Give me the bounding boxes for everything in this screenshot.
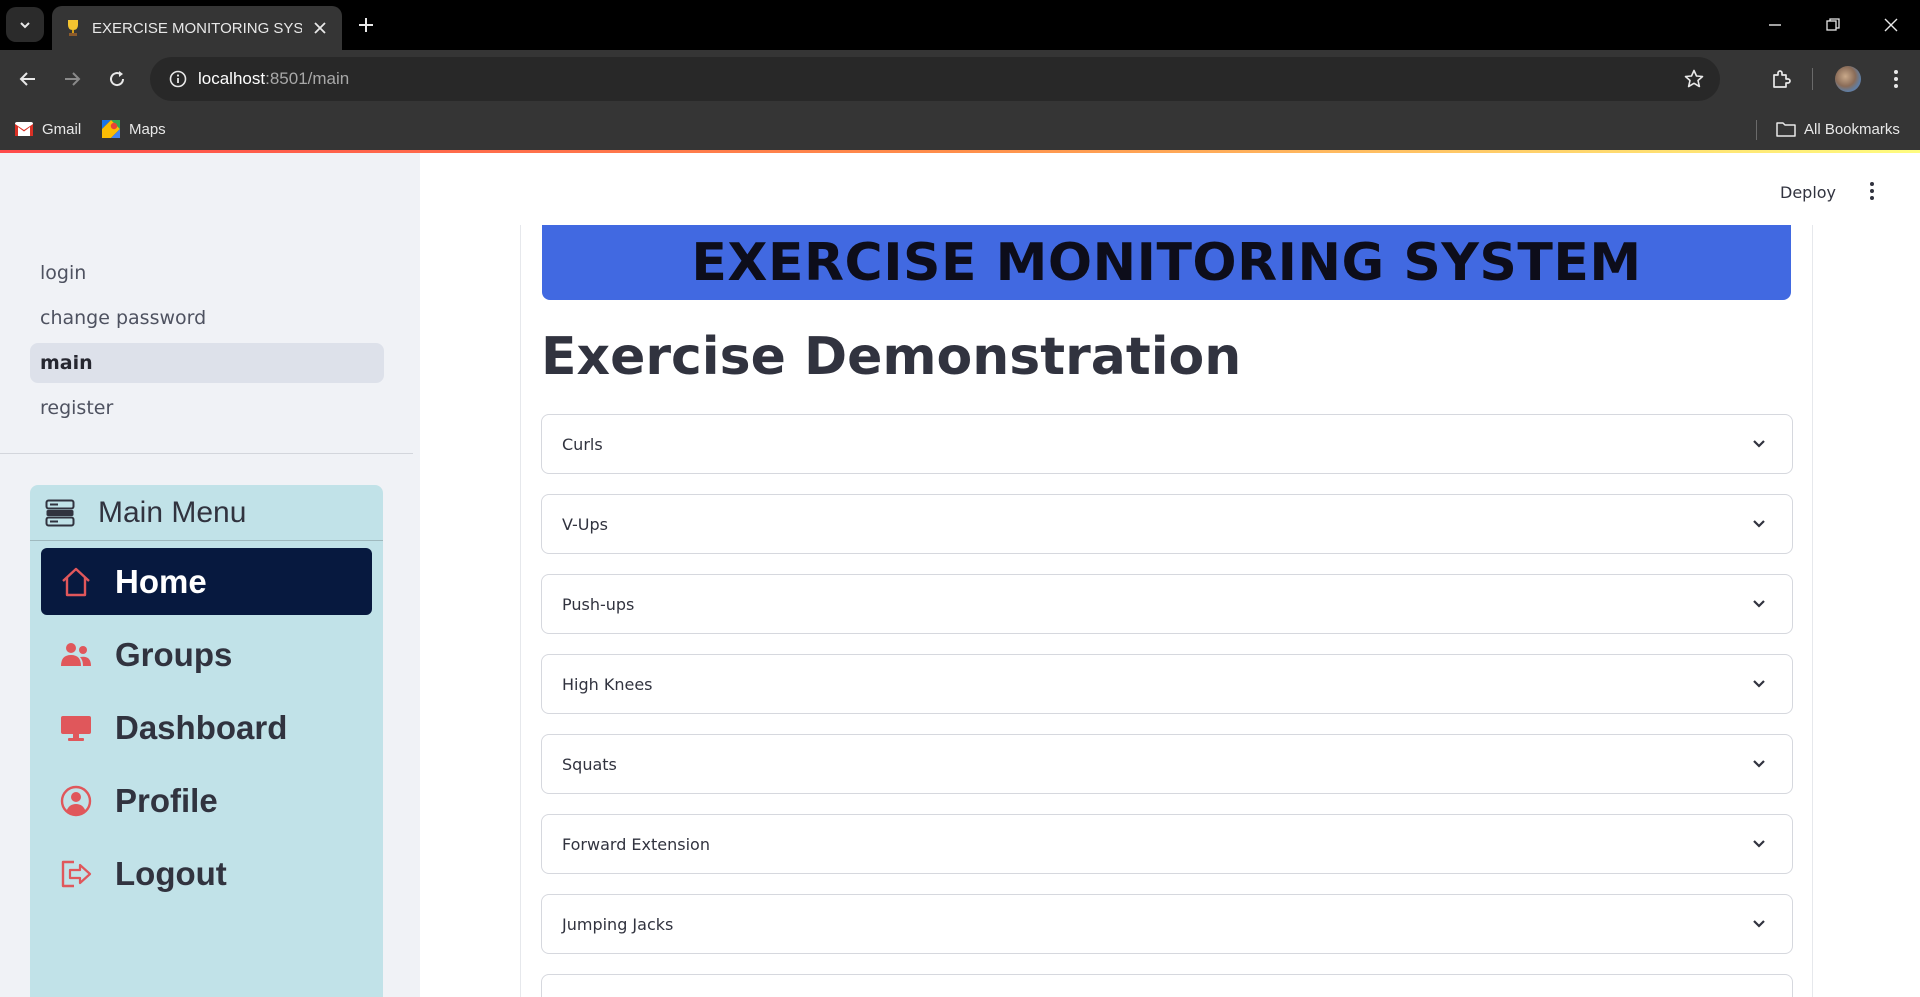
maps-icon [101,120,121,138]
bookmark-maps[interactable]: Maps [101,116,166,142]
folder-icon [1776,121,1796,137]
reload-icon[interactable] [101,63,133,95]
nav-link-main[interactable]: main [30,343,384,383]
chevron-down-icon [1750,755,1768,773]
expander-forward-extension[interactable]: Forward Extension [541,814,1793,874]
menu-item-home[interactable]: Home [41,548,372,615]
nav-link-register[interactable]: register [30,388,384,428]
address-bar[interactable]: localhost:8501/main [150,57,1720,101]
browser-toolbar: localhost:8501/main [0,50,1920,108]
main-menu-title: Main Menu [30,485,383,541]
expander-high-knees[interactable]: High Knees [541,654,1793,714]
extensions-puzzle-icon[interactable] [1765,63,1797,95]
chevron-down-icon [1750,435,1768,453]
people-icon [59,638,93,672]
url-text: localhost:8501/main [198,69,350,88]
chevron-down-icon [1750,835,1768,853]
chevron-down-icon [1750,595,1768,613]
house-icon [59,565,93,599]
close-tab-icon[interactable] [310,18,330,38]
deploy-button[interactable]: Deploy [1780,183,1836,202]
tab-title: EXERCISE MONITORING SYSTEM [92,19,302,37]
bookmarks-separator [1756,120,1757,140]
app-menu-icon[interactable] [1860,179,1884,203]
main-content: Deploy EXERCISE MONITORING SYSTEM Exerci… [420,153,1920,997]
all-bookmarks[interactable]: All Bookmarks [1776,116,1900,142]
back-arrow-icon[interactable] [12,63,44,95]
trophy-favicon-icon [64,19,82,37]
title-banner: EXERCISE MONITORING SYSTEM [542,225,1791,300]
main-menu: Main Menu Home Groups Dashboard Profile [30,485,383,997]
browser-tab[interactable]: EXERCISE MONITORING SYSTEM [52,6,342,50]
menu-cast-icon [44,498,76,528]
expander-jumping-jacks[interactable]: Jumping Jacks [541,894,1793,954]
minimize-icon[interactable] [1746,0,1804,50]
menu-item-logout[interactable]: Logout [41,840,372,907]
expander-squats[interactable]: Squats [541,734,1793,794]
menu-item-profile[interactable]: Profile [41,767,372,834]
chevron-down-icon [1750,515,1768,533]
tab-search-button[interactable] [6,7,44,42]
expander-v-ups[interactable]: V-Ups [541,494,1793,554]
toolbar-separator [1812,68,1813,90]
page-title: Exercise Demonstration [541,327,1242,387]
browser-tab-bar: EXERCISE MONITORING SYSTEM [0,0,1920,50]
bookmarks-bar: Gmail Maps All Bookmarks [0,108,1920,150]
sidebar: login change password main register Main… [0,153,420,997]
bookmark-star-icon[interactable] [1682,67,1706,91]
chevron-down-icon [1750,675,1768,693]
close-window-icon[interactable] [1862,0,1920,50]
expander-partial[interactable] [541,974,1793,997]
sidebar-divider [0,453,413,454]
menu-item-groups[interactable]: Groups [41,621,372,688]
logout-icon [59,857,93,891]
bookmark-gmail[interactable]: Gmail [14,116,81,142]
expander-push-ups[interactable]: Push-ups [541,574,1793,634]
chevron-down-icon [1750,915,1768,933]
page-navigation: login change password main register [30,253,384,433]
expander-curls[interactable]: Curls [541,414,1793,474]
profile-avatar[interactable] [1835,66,1861,92]
gmail-icon [14,121,34,137]
browser-menu-icon[interactable] [1880,63,1912,95]
display-icon [59,711,93,745]
menu-item-dashboard[interactable]: Dashboard [41,694,372,761]
chevron-down-icon [20,21,30,28]
new-tab-icon[interactable] [352,11,380,39]
site-info-icon[interactable] [158,57,198,101]
forward-arrow-icon[interactable] [56,63,88,95]
nav-link-login[interactable]: login [30,253,384,293]
restore-icon[interactable] [1804,0,1862,50]
nav-link-change-password[interactable]: change password [30,298,384,338]
person-circle-icon [59,784,93,818]
